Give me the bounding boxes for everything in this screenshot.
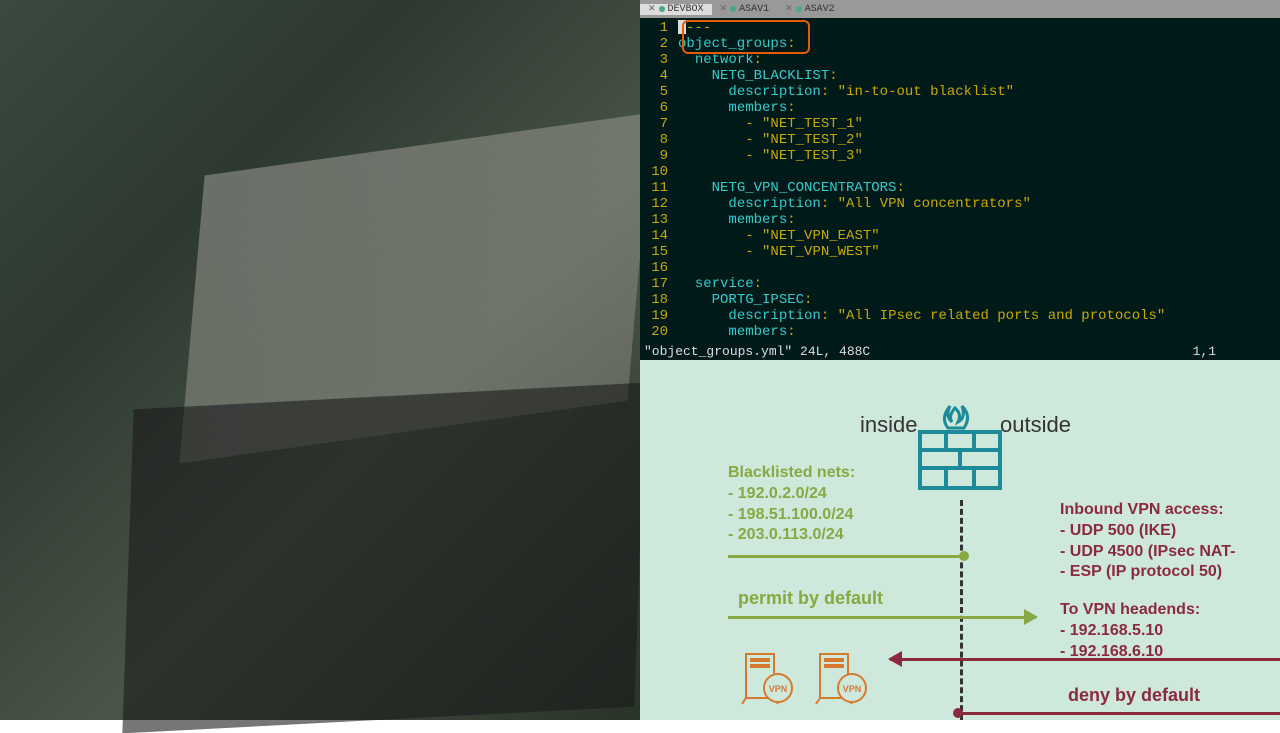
code-line: 3 network: [640,52,1280,68]
code-body[interactable]: 1---2object_groups:3 network:4 NETG_BLAC… [640,18,1280,342]
blacklist-item: - 192.0.2.0/24 [728,484,855,505]
code-line: 19 description: "All IPsec related ports… [640,308,1280,324]
close-icon[interactable]: ✕ [648,4,656,14]
firewall-boundary-line [960,500,963,720]
arrow-inbound-vpn [890,658,1280,661]
code-line: 18 PORTG_IPSEC: [640,292,1280,308]
tab-label: ASAV1 [739,4,769,15]
svg-text:VPN: VPN [769,684,788,694]
inbound-item: - UDP 4500 (IPsec NAT- [1060,542,1235,563]
inbound-title: Inbound VPN access: [1060,500,1235,521]
code-line: 9 - "NET_TEST_3" [640,148,1280,164]
code-line: 8 - "NET_TEST_2" [640,132,1280,148]
right-column: ✕ DEVBOX ✕ ASAV1 ✕ ASAV2 1---2object_gro… [640,0,1280,720]
tab-label: ASAV2 [805,4,835,15]
vpn-servers: VPN VPN [740,648,874,708]
arrow-deny-blocked [956,712,1280,715]
status-left: "object_groups.yml" 24L, 488C [644,344,870,360]
network-diagram: inside outside Blacklisted nets: - 192.0… [640,360,1280,720]
code-line: 14 - "NET_VPN_EAST" [640,228,1280,244]
inbound-item: - ESP (IP protocol 50) [1060,562,1235,583]
code-line: 20 members: [640,324,1280,340]
photo-panel [0,0,640,720]
code-line: 4 NETG_BLACKLIST: [640,68,1280,84]
editor-tabs: ✕ DEVBOX ✕ ASAV1 ✕ ASAV2 [640,0,1280,18]
code-line: 7 - "NET_TEST_1" [640,116,1280,132]
code-line: 15 - "NET_VPN_WEST" [640,244,1280,260]
deny-label: deny by default [1068,685,1200,706]
code-line: 16 [640,260,1280,276]
code-line: 17 service: [640,276,1280,292]
code-line: 10 [640,164,1280,180]
vpn-server-icon: VPN [814,648,874,708]
arrow-permit [728,616,1036,619]
vpn-headends-block: To VPN headends: - 192.168.5.10 - 192.16… [1060,600,1200,662]
code-line: 6 members: [640,100,1280,116]
permit-label: permit by default [738,588,883,609]
tab-asav1[interactable]: ✕ ASAV1 [712,4,778,15]
close-icon[interactable]: ✕ [720,4,728,14]
tab-devbox[interactable]: ✕ DEVBOX [640,4,712,15]
code-line: 13 members: [640,212,1280,228]
inbound-vpn-block: Inbound VPN access: - UDP 500 (IKE) - UD… [1060,500,1235,583]
code-line: 11 NETG_VPN_CONCENTRATORS: [640,180,1280,196]
svg-text:VPN: VPN [843,684,862,694]
editor-status-line: "object_groups.yml" 24L, 488C 1,1 [640,344,1280,360]
headends-item: - 192.168.5.10 [1060,621,1200,642]
code-line: 2object_groups: [640,36,1280,52]
blacklist-item: - 203.0.113.0/24 [728,525,855,546]
code-line: 12 description: "All VPN concentrators" [640,196,1280,212]
vpn-server-icon: VPN [740,648,800,708]
inbound-item: - UDP 500 (IKE) [1060,521,1235,542]
firewall-icon [900,398,1020,508]
headends-title: To VPN headends: [1060,600,1200,621]
blacklist-block: Blacklisted nets: - 192.0.2.0/24 - 198.5… [728,463,855,546]
blacklist-item: - 198.51.100.0/24 [728,505,855,526]
blacklist-title: Blacklisted nets: [728,463,855,484]
code-editor: ✕ DEVBOX ✕ ASAV1 ✕ ASAV2 1---2object_gro… [640,0,1280,360]
status-dot-icon [796,6,802,12]
code-line: 1--- [640,20,1280,36]
tab-asav2[interactable]: ✕ ASAV2 [777,4,843,15]
tab-label: DEVBOX [668,4,704,15]
code-line: 5 description: "in-to-out blacklist" [640,84,1280,100]
status-right: 1,1 [1193,344,1276,360]
status-dot-icon [730,6,736,12]
close-icon[interactable]: ✕ [785,4,793,14]
status-dot-icon [659,6,665,12]
arrow-blacklist-blocked [728,555,966,558]
